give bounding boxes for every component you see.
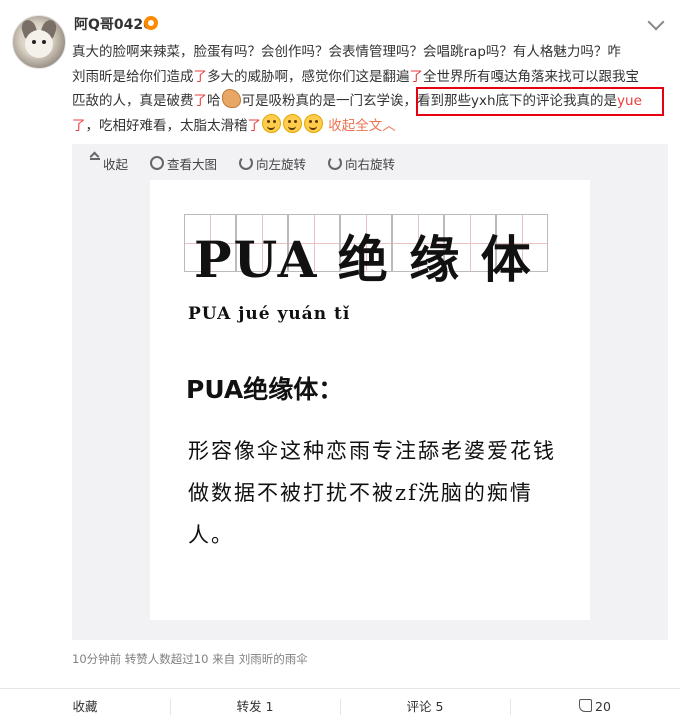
post-text-seg: 哈 <box>207 93 221 109</box>
highlight-word: 了 <box>193 93 208 109</box>
collapse-label: 收起全文 <box>328 117 383 134</box>
avatar-eye-right <box>42 40 46 44</box>
rotate-left-icon <box>239 156 253 170</box>
highlight-word: 了 <box>193 68 208 85</box>
media-toolbar: 收起 查看大图 向左旋转 向右旋转 <box>90 154 413 173</box>
muscle-emoji-icon <box>221 89 241 108</box>
like-button[interactable]: 20 <box>510 689 680 726</box>
view-large-label: 查看大图 <box>167 157 218 172</box>
highlight-word: 了 <box>247 117 262 134</box>
rotate-left-button[interactable]: 向左旋转 <box>239 154 306 173</box>
smug-emoji-icon <box>283 113 302 133</box>
rotate-right-label: 向右旋转 <box>345 157 396 172</box>
highlight-word: 了 <box>409 68 424 85</box>
thumbs-up-icon <box>579 699 593 712</box>
collapse-icon <box>90 158 100 170</box>
image-body-text: 形容像伞这种恋雨专注舔老婆爱花钱做数据不被打扰不被zf洗脑的痴情人。 <box>188 439 556 547</box>
post-text: 真大的脸啊来辣菜，脸蛋有吗？会创作吗？会表情管理吗？会唱跳rap吗？有人格魅力吗… <box>72 40 668 138</box>
username[interactable]: 阿Q哥0420 <box>74 14 153 34</box>
image-title: PUA 绝 缘 体 <box>194 230 533 289</box>
collapse-label: 收起 <box>103 157 129 172</box>
repost-note: 转赞人数超过10 <box>124 652 209 666</box>
post-text-seg: 全世界所有嘎达角落来找可以跟我宝 <box>423 68 639 85</box>
rotate-right-icon <box>328 156 342 170</box>
post-text-line1: 真大的脸啊来辣菜，脸蛋有吗？会创作吗？会表情管理吗？会唱跳rap吗？有人格魅力吗… <box>72 44 621 60</box>
like-count: 20 <box>595 699 611 714</box>
source-prefix: 来自 <box>212 652 236 666</box>
avatar[interactable] <box>12 15 66 69</box>
comment-label: 评论 5 <box>406 699 444 714</box>
post-text-seg: ，吃相好难看，太脂太滑稽 <box>85 117 248 134</box>
avatar-face <box>25 30 53 58</box>
image-heading: PUA绝缘体： <box>186 375 344 404</box>
action-bar: 收藏 转发 1 评论 5 20 <box>0 688 680 726</box>
post-text-seg: 匹敌的人，真是破费 <box>72 93 194 109</box>
post-image[interactable]: PUA 绝 缘 体 PUA jué yuán tǐ PUA绝缘体： 形容像伞这种… <box>150 180 590 620</box>
chevron-up-icon: ︿ <box>382 117 396 134</box>
vip-badge-icon <box>144 16 158 30</box>
smug-emoji-icon <box>262 113 281 133</box>
repost-button[interactable]: 转发 1 <box>170 689 340 726</box>
post-meta: 10分钟前 转赞人数超过10 来自 刘雨昕的雨伞 <box>72 651 308 667</box>
favorite-button[interactable]: 收藏 <box>0 689 170 726</box>
repost-label: 转发 1 <box>236 699 274 714</box>
post-text-seg: 刘雨昕是给你们造成 <box>72 68 194 85</box>
collapse-image-button[interactable]: 收起 <box>90 154 128 173</box>
rotate-left-label: 向左旋转 <box>256 157 307 172</box>
zoom-icon <box>150 156 164 170</box>
favorite-label: 收藏 <box>72 699 98 714</box>
highlight-word: 了 <box>72 117 86 134</box>
rotate-right-button[interactable]: 向右旋转 <box>328 154 395 173</box>
collapse-full-text-link[interactable]: 收起全文︿ <box>328 118 396 134</box>
view-large-button[interactable]: 查看大图 <box>150 154 217 173</box>
smug-emoji-icon <box>304 113 323 133</box>
avatar-eye-left <box>32 40 36 44</box>
media-panel: 收起 查看大图 向左旋转 向右旋转 PUA 绝 缘 体 PUA jué yuán… <box>72 144 668 640</box>
post-time[interactable]: 10分钟前 <box>72 652 121 666</box>
post-text-seg: 可是吸粉真的是一门玄学诶，看到那些yxh底下的评论我真的是 <box>241 93 618 109</box>
highlight-word: yue <box>617 93 642 109</box>
post-source[interactable]: 刘雨昕的雨伞 <box>239 652 308 666</box>
chevron-down-icon[interactable] <box>647 13 665 31</box>
image-pinyin: PUA jué yuán tǐ <box>188 304 351 324</box>
comment-button[interactable]: 评论 5 <box>340 689 510 726</box>
post-text-seg: 多大的威胁啊，感觉你们这是翻遍 <box>207 68 410 85</box>
